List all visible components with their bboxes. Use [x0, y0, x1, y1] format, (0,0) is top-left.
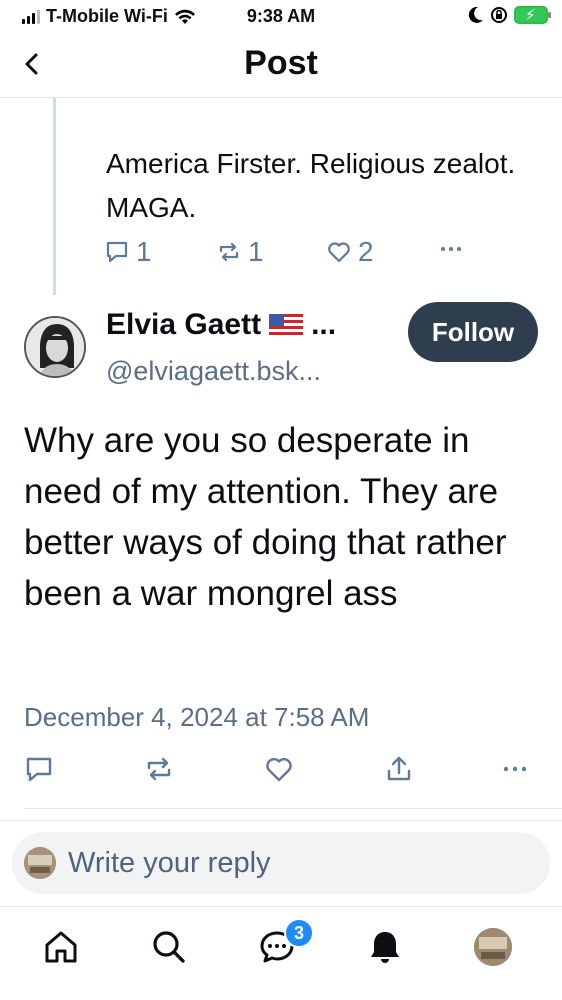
- parent-post-text: America Firster. Religious zealot. MAGA.: [106, 148, 516, 223]
- tab-search[interactable]: [150, 928, 190, 968]
- status-bar: T-Mobile Wi-Fi 9:38 AM ⚡: [0, 0, 562, 34]
- battery-icon: ⚡: [514, 6, 551, 24]
- divider: [24, 808, 562, 809]
- page-title: Post: [244, 44, 318, 82]
- share-button[interactable]: [384, 754, 418, 788]
- thread-line: [53, 98, 56, 295]
- tab-bar: 3: [0, 908, 562, 1000]
- author-avatar[interactable]: [24, 316, 86, 378]
- avatar-portrait-icon: [26, 318, 84, 376]
- share-icon: [387, 756, 411, 781]
- us-flag-icon: [269, 314, 304, 336]
- parent-repost-count: 1: [248, 236, 264, 267]
- repost-icon: [147, 757, 171, 781]
- parent-reply-count: 1: [136, 236, 152, 267]
- profile-avatar: [474, 928, 512, 966]
- repost-button[interactable]: [144, 754, 178, 788]
- parent-like-count: 2: [358, 236, 374, 267]
- tab-notifications[interactable]: [366, 928, 406, 968]
- more-button[interactable]: [500, 754, 534, 788]
- name-ellipsis: ...: [311, 308, 337, 341]
- my-avatar: [24, 847, 56, 879]
- parent-repost-button[interactable]: 1: [216, 236, 264, 268]
- parent-like-button[interactable]: 2: [326, 236, 374, 268]
- tab-home[interactable]: [42, 928, 82, 968]
- parent-reply-button[interactable]: 1: [104, 236, 152, 268]
- tab-chat[interactable]: 3: [258, 918, 314, 968]
- tab-profile[interactable]: [474, 928, 514, 968]
- author-name: Elvia Gaett: [106, 308, 262, 341]
- heart-icon: [328, 242, 350, 263]
- heart-icon: [266, 758, 292, 782]
- reply-icon: [106, 241, 128, 263]
- moon-icon: [468, 6, 483, 23]
- like-button[interactable]: [264, 754, 298, 788]
- avatar-photo-icon: [24, 847, 56, 879]
- reply-composer[interactable]: Write your reply: [12, 832, 550, 894]
- search-icon: [153, 931, 185, 963]
- divider: [0, 820, 562, 821]
- more-icon: [503, 766, 527, 772]
- post-actions: [0, 752, 562, 792]
- header: Post: [0, 34, 562, 98]
- author-name-row[interactable]: Elvia Gaett ...: [106, 308, 336, 342]
- reply-button[interactable]: [24, 754, 58, 788]
- author-handle[interactable]: @elviagaett.bsk...: [106, 356, 321, 387]
- orientation-lock-icon: [491, 7, 507, 23]
- parent-more-button[interactable]: [438, 236, 464, 262]
- repost-icon: [219, 242, 239, 262]
- post-body: Why are you so desperate in need of my a…: [24, 421, 507, 613]
- follow-button[interactable]: Follow: [408, 302, 538, 362]
- status-right: ⚡: [468, 6, 551, 24]
- tabbar-divider: [0, 906, 562, 907]
- more-icon: [441, 247, 461, 251]
- post-timestamp: December 4, 2024 at 7:58 AM: [24, 702, 370, 732]
- bell-icon: [371, 932, 399, 963]
- home-icon: [45, 931, 77, 963]
- reply-icon: [26, 757, 52, 782]
- notification-badge: 3: [284, 918, 314, 948]
- reply-placeholder: Write your reply: [68, 846, 271, 879]
- parent-post-actions: 1 1 2: [104, 236, 484, 272]
- avatar-photo-icon: [474, 928, 512, 966]
